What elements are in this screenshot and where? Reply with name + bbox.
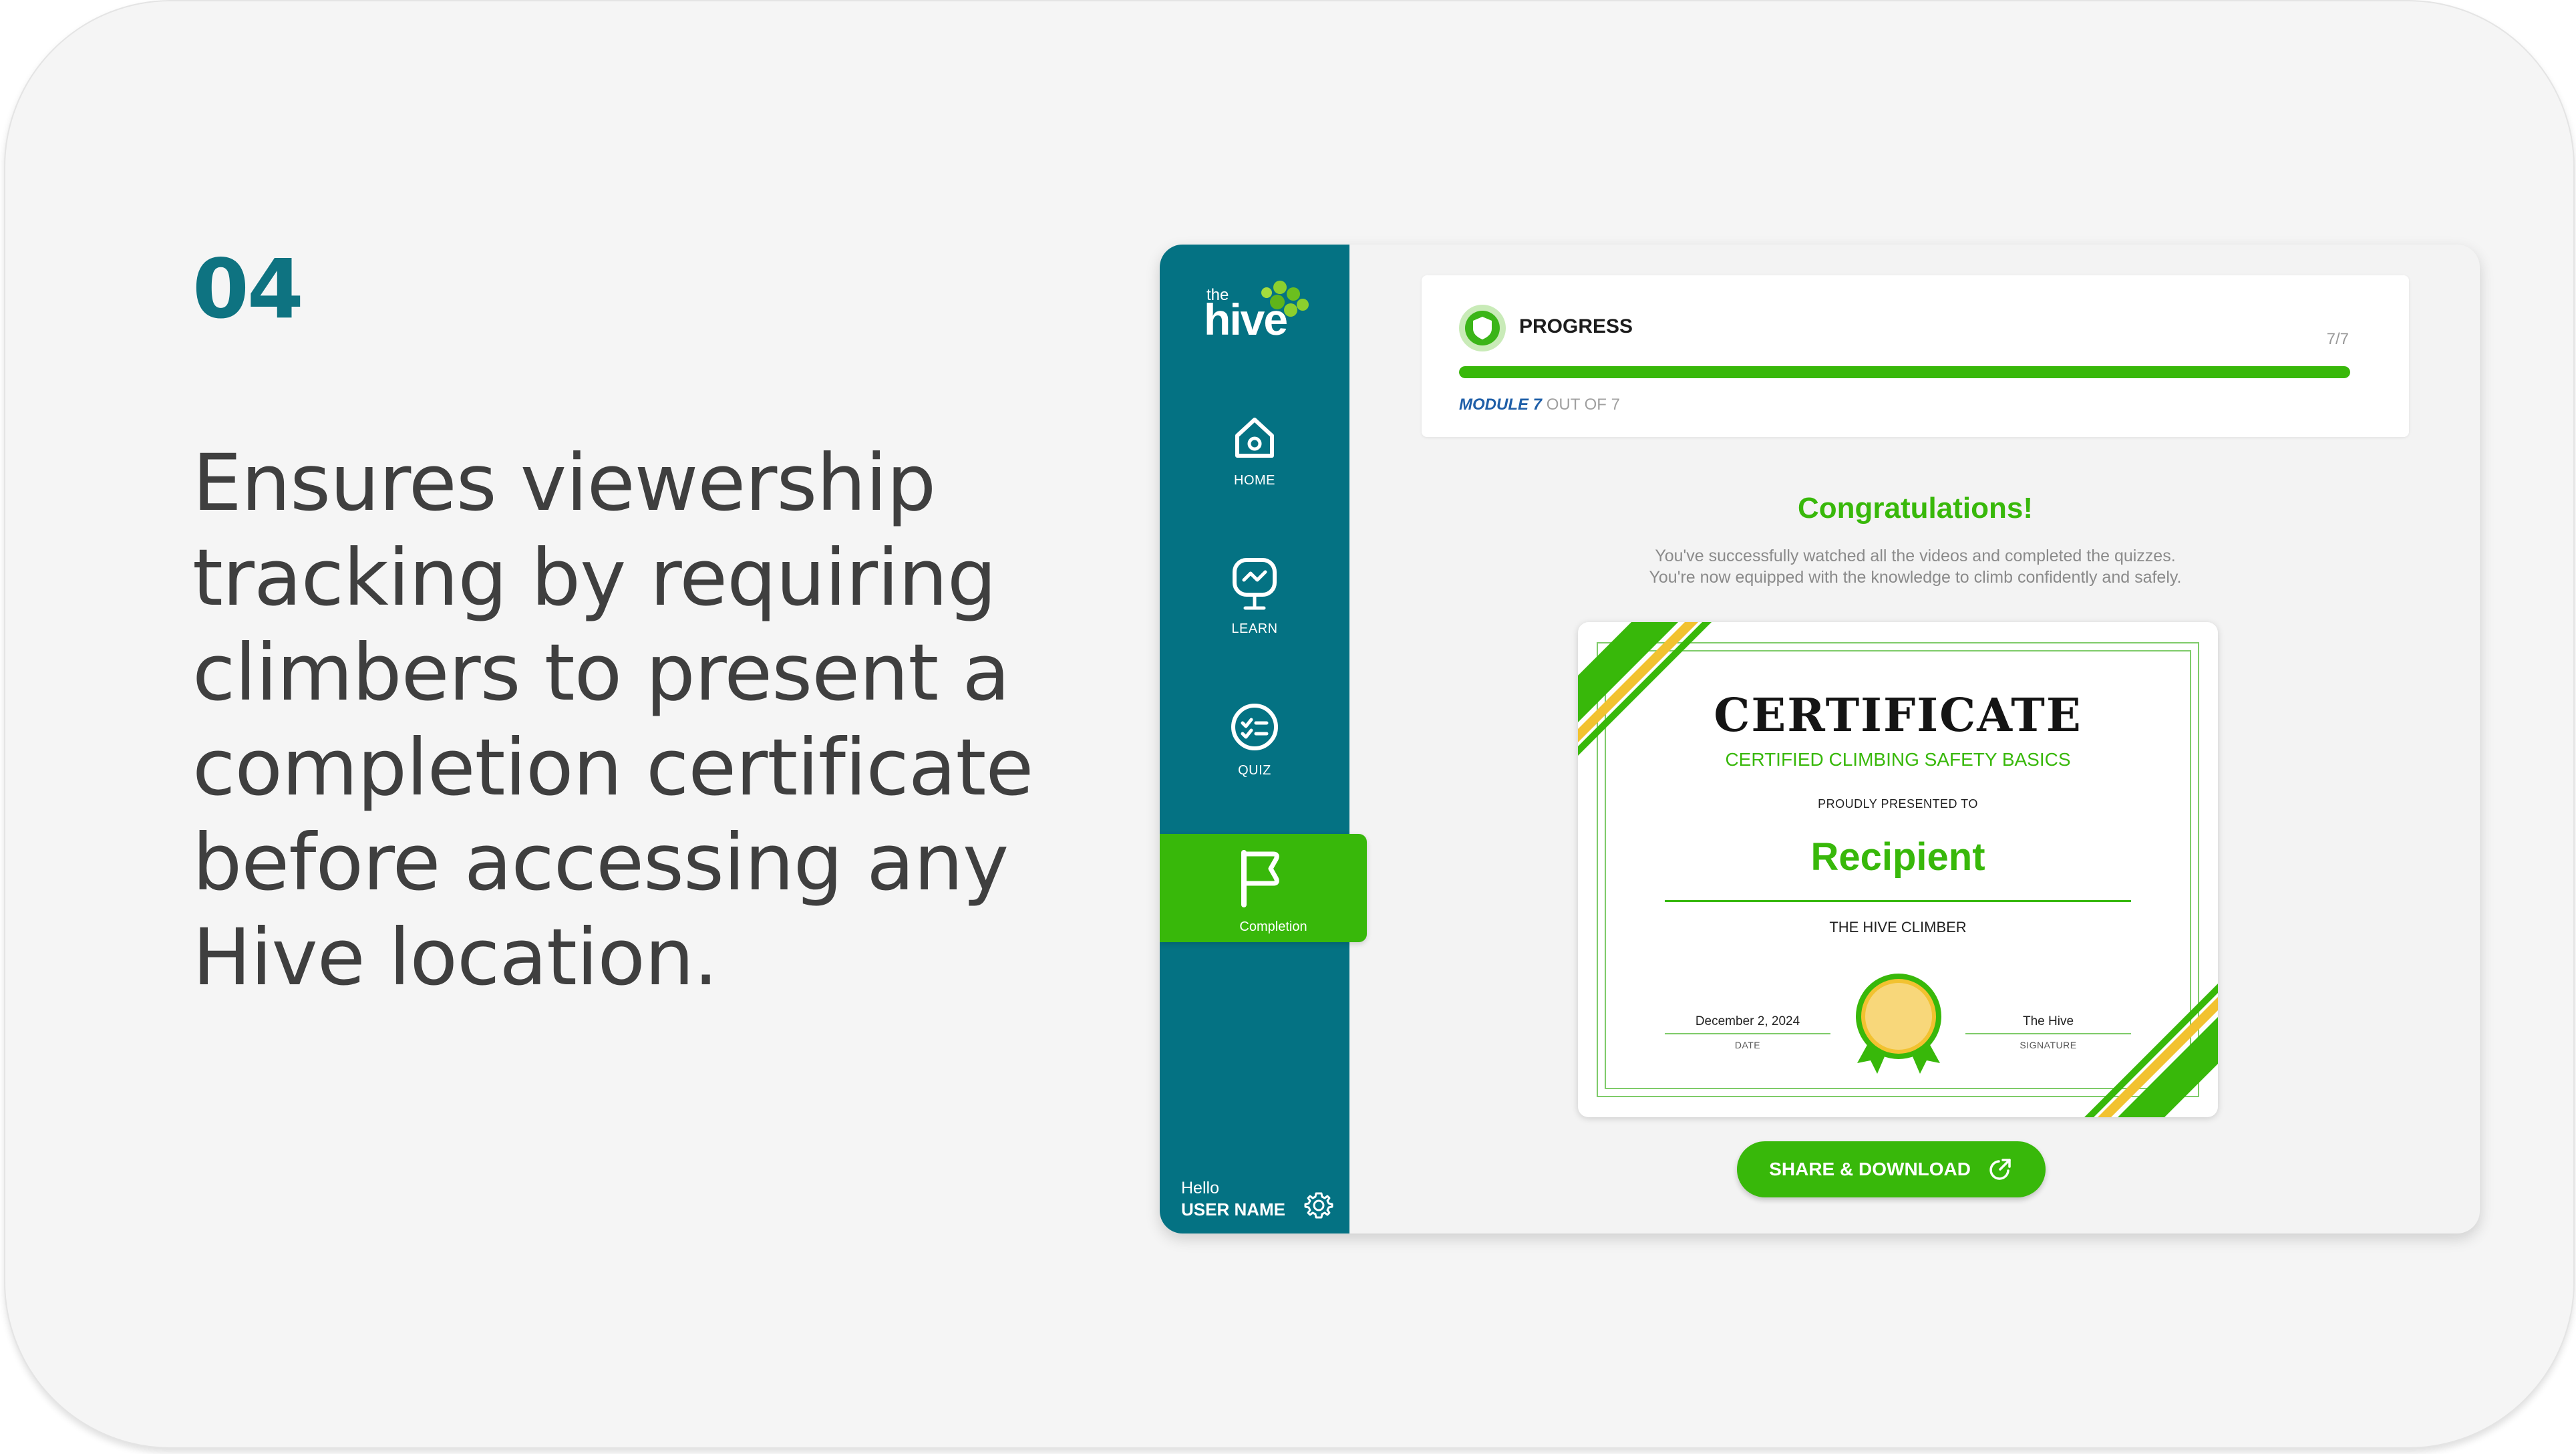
certificate-date-label: DATE — [1734, 1040, 1761, 1050]
progress-title: PROGRESS — [1519, 315, 1633, 337]
module-label: MODULE 7 — [1459, 396, 1543, 414]
certificate-date: December 2, 2024 DATE — [1665, 1014, 1830, 1050]
congrats-title: Congratulations! — [1798, 492, 2033, 525]
nav-quiz[interactable]: QUIZ — [1160, 699, 1349, 778]
progress-card: PROGRESS 7/7 MODULE 7 OUT OF 7 — [1422, 275, 2409, 437]
progress-badge — [1459, 305, 1506, 351]
nav-home[interactable]: HOME — [1160, 409, 1349, 488]
certificate-climber-title: THE HIVE CLIMBER — [1829, 919, 1967, 935]
certificate: CERTIFICATE CERTIFIED CLIMBING SAFETY BA… — [1578, 622, 2218, 1117]
seal-icon — [1856, 974, 1941, 1074]
share-download-button[interactable]: SHARE & DOWNLOAD — [1737, 1141, 2046, 1197]
shield-icon — [1473, 317, 1492, 339]
module-total: OUT OF 7 — [1546, 396, 1620, 414]
nav-home-label: HOME — [1234, 473, 1275, 488]
certificate-signature: The Hive SIGNATURE — [1965, 1014, 2131, 1050]
recipient-underline — [1665, 900, 2131, 902]
certificate-subtitle: CERTIFIED CLIMBING SAFETY BASICS — [1725, 749, 2071, 770]
certificate-recipient: Recipient — [1810, 835, 1985, 879]
congrats-line-2: You're now equipped with the knowledge t… — [1649, 568, 2182, 587]
nav-learn-label: LEARN — [1231, 621, 1278, 636]
nav-completion-label: Completion — [1239, 919, 1307, 934]
certificate-date-value: December 2, 2024 — [1665, 1014, 1830, 1034]
honeycomb-icon — [1261, 281, 1309, 317]
nav-completion[interactable]: Completion — [1160, 834, 1367, 942]
nav-learn[interactable]: LEARN — [1160, 553, 1349, 637]
app-window: the hive HOME LEARN QUIZ Completion Hell… — [1160, 245, 2480, 1233]
certificate-presented-to: PROUDLY PRESENTED TO — [1818, 797, 1978, 811]
home-icon — [1235, 418, 1274, 458]
flag-icon — [1241, 850, 1279, 907]
sidebar: the hive HOME LEARN QUIZ Completion Hell… — [1160, 245, 1367, 1233]
slide-card: 04 Ensures viewership tracking by requir… — [4, 0, 2575, 1449]
certificate-signature-label: SIGNATURE — [2020, 1040, 2077, 1050]
progress-track — [1459, 366, 2350, 378]
module-indicator: MODULE 7 OUT OF 7 — [1459, 396, 1620, 414]
progress-fill — [1459, 366, 2350, 378]
congrats-line-1: You've successfully watched all the vide… — [1655, 547, 2176, 565]
quiz-icon — [1231, 704, 1278, 750]
share-download-label: SHARE & DOWNLOAD — [1769, 1159, 1971, 1179]
hive-logo[interactable]: the hive — [1204, 279, 1317, 353]
step-number: 04 — [192, 242, 304, 337]
certificate-title: CERTIFICATE — [1714, 689, 2082, 742]
external-link-icon — [1989, 1158, 2011, 1180]
nav-quiz-label: QUIZ — [1238, 763, 1271, 778]
user-panel: Hello USER NAME — [1181, 1179, 1341, 1220]
congrats-message: You've successfully watched all the vide… — [1422, 545, 2409, 588]
gear-icon[interactable] — [1303, 1189, 1335, 1221]
learn-icon — [1233, 558, 1277, 610]
slide-description: Ensures viewership tracking by requiring… — [192, 437, 1033, 1003]
progress-count: 7/7 — [2326, 330, 2349, 348]
certificate-signature-value: The Hive — [1965, 1014, 2131, 1034]
